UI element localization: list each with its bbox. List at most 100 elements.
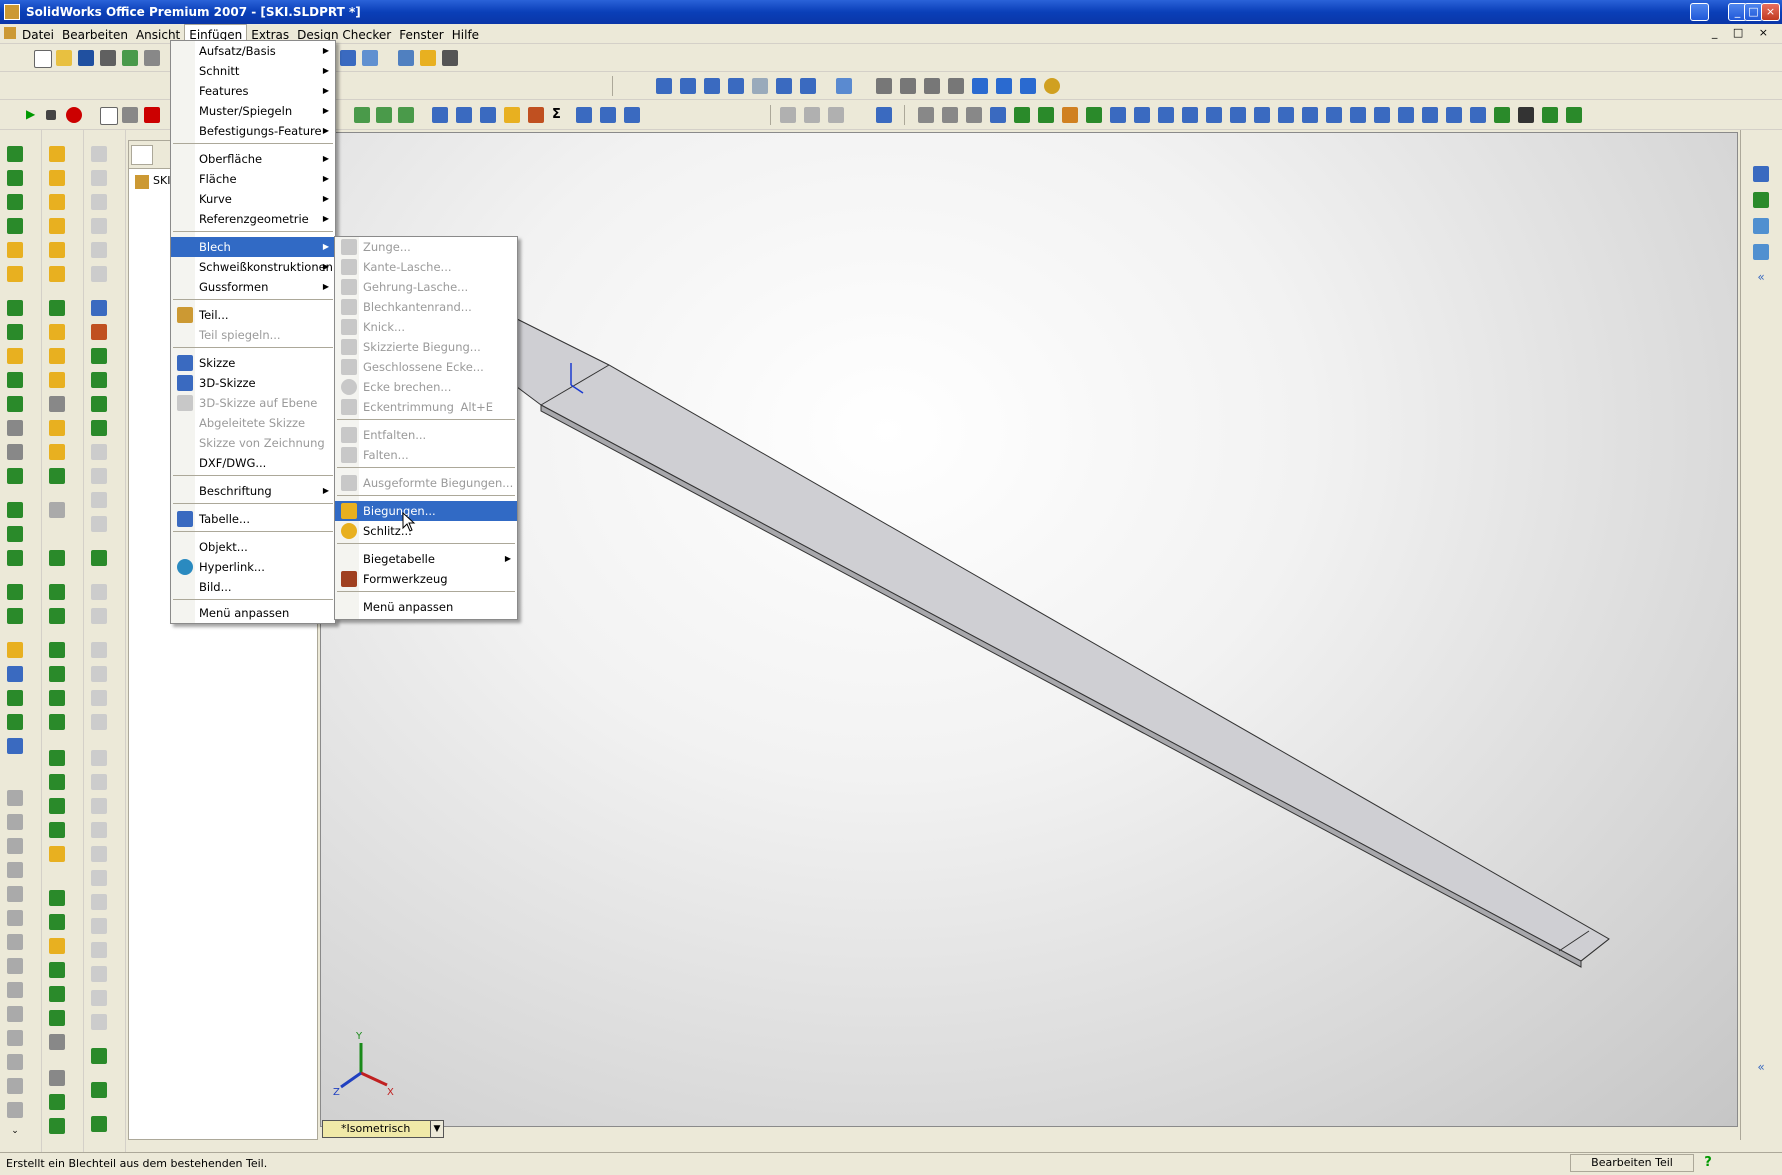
knit-surface-icon[interactable] (7, 982, 23, 998)
sm-fillet-icon[interactable] (49, 584, 65, 600)
ski-body-top[interactable] (516, 318, 1610, 962)
insert-teil[interactable]: Teil... (171, 305, 335, 325)
blech-blechkantenrand[interactable]: Blechkantenrand... (335, 297, 517, 317)
split-entities-icon[interactable] (91, 870, 107, 886)
doc-icon[interactable] (4, 27, 16, 39)
extend-surface-icon[interactable] (7, 934, 23, 950)
app-icon[interactable] (4, 4, 20, 20)
intersection-curve-icon[interactable] (91, 894, 107, 910)
filter-vertices-icon[interactable] (990, 107, 1006, 123)
hole-icon[interactable] (7, 420, 23, 436)
insert-schweisskonstruktionen[interactable]: Schweißkonstruktionen ▶ (171, 257, 335, 277)
filter-sketch-icon[interactable] (1014, 107, 1030, 123)
line-format-icon[interactable] (780, 107, 796, 123)
line-icon[interactable] (91, 146, 107, 162)
helix-icon[interactable] (7, 608, 23, 624)
chamfer-icon[interactable] (7, 266, 23, 282)
mass-properties-icon[interactable] (480, 107, 496, 123)
record-macro-icon[interactable] (66, 107, 82, 123)
swept-boss-icon[interactable] (7, 194, 23, 210)
jog-icon[interactable] (49, 242, 65, 258)
shaded-with-edges-icon[interactable] (948, 78, 964, 94)
insert-objekt[interactable]: Objekt... (171, 537, 335, 557)
print-icon[interactable] (100, 50, 116, 66)
home-icon[interactable] (1753, 166, 1769, 182)
filter-holes-icon[interactable] (1278, 107, 1294, 123)
surface-loft-icon[interactable] (7, 862, 23, 878)
menu-bearbeiten[interactable]: Bearbeiten (58, 25, 132, 45)
section-properties-icon[interactable] (528, 107, 544, 123)
circular-pattern-icon[interactable] (7, 526, 23, 542)
hem-icon[interactable] (49, 218, 65, 234)
blech-kante-lasche[interactable]: Kante-Lasche... (335, 257, 517, 277)
spline-on-surface-icon[interactable] (91, 1116, 107, 1132)
rotate-view-icon[interactable] (776, 78, 792, 94)
shell-icon[interactable] (7, 300, 23, 316)
mate-reference-icon[interactable] (7, 738, 23, 754)
surface-sweep-icon[interactable] (7, 838, 23, 854)
hidden-lines-visible-icon[interactable] (900, 78, 916, 94)
sm-bend-table-icon[interactable] (49, 1070, 65, 1086)
blech-knick[interactable]: Knick... (335, 317, 517, 337)
parabola-icon[interactable] (91, 714, 107, 730)
sketch-tool-icon[interactable] (354, 107, 370, 123)
sm-pattern-icon[interactable] (49, 642, 65, 658)
sm-convert-icon[interactable] (49, 774, 65, 790)
zoom-in-out-icon[interactable] (704, 78, 720, 94)
split-line-icon[interactable] (7, 584, 23, 600)
filter-balloons-icon[interactable] (1158, 107, 1174, 123)
blech-formwerkzeug[interactable]: Formwerkzeug (335, 569, 517, 589)
dimension-icon[interactable] (91, 300, 107, 316)
wrap-icon[interactable] (7, 396, 23, 412)
sketch-pattern-icon[interactable] (91, 468, 107, 484)
filter-axes-icon[interactable] (1086, 107, 1102, 123)
blech-gehrung-lasche[interactable]: Gehrung-Lasche... (335, 277, 517, 297)
stretch-icon[interactable] (91, 846, 107, 862)
document-window-controls[interactable]: _ □ × (1712, 26, 1774, 39)
graphics-area[interactable]: Y X Z (320, 132, 1738, 1127)
block-icon[interactable] (91, 1048, 107, 1064)
circle-icon[interactable] (91, 194, 107, 210)
tab-feature-tree[interactable] (131, 145, 153, 165)
unfold-icon[interactable] (49, 348, 65, 364)
sketch-slot-icon[interactable] (91, 1082, 107, 1098)
smart-dimension-icon[interactable] (376, 107, 392, 123)
filter-faces-icon[interactable] (966, 107, 982, 123)
window-tile-icon[interactable] (362, 50, 378, 66)
filter-curves-icon[interactable] (1350, 107, 1366, 123)
scale-entities-icon[interactable] (91, 798, 107, 814)
insert-teil-spiegeln[interactable]: Teil spiegeln... (171, 325, 335, 345)
filter-axis-icon[interactable] (1566, 107, 1582, 123)
run-macro-icon[interactable]: ▶ (26, 107, 42, 123)
palette-expand-icon[interactable]: ⌄ (7, 1126, 23, 1142)
insert-3d-skizze[interactable]: 3D-Skizze (171, 373, 335, 393)
miter-flange-icon[interactable] (49, 194, 65, 210)
sketch-mirror-icon[interactable] (91, 444, 107, 460)
centerline-icon[interactable] (91, 608, 107, 624)
filter-toggle-icon[interactable] (1494, 107, 1510, 123)
surface-extrude-icon[interactable] (7, 790, 23, 806)
insert-flaeche[interactable]: Fläche ▶ (171, 169, 335, 189)
copy-entities-icon[interactable] (91, 822, 107, 838)
zoom-fit-icon[interactable] (656, 78, 672, 94)
dome-icon[interactable] (7, 372, 23, 388)
sm-slot-icon[interactable] (49, 914, 65, 930)
spline-icon[interactable] (91, 242, 107, 258)
insert-menue-anpassen[interactable]: Menü anpassen (171, 603, 335, 623)
new-macro-icon[interactable] (100, 107, 118, 125)
collapse-icon[interactable]: « (1753, 270, 1769, 286)
move-entities-icon[interactable] (91, 750, 107, 766)
coordinate-system-icon[interactable] (7, 690, 23, 706)
save-icon[interactable] (78, 50, 94, 66)
closed-corner-icon[interactable] (49, 300, 65, 316)
sm-edge-icon[interactable] (49, 1010, 65, 1026)
filter-cosmetic-icon[interactable] (1302, 107, 1318, 123)
filter-edges-icon[interactable] (942, 107, 958, 123)
insert-muster-spiegeln[interactable]: Muster/Spiegeln ▶ (171, 101, 335, 121)
filter-planes-icon[interactable] (1062, 107, 1078, 123)
point-icon[interactable] (7, 714, 23, 730)
sm-lofted-bend-icon[interactable] (49, 798, 65, 814)
spell-check-icon[interactable] (432, 107, 448, 123)
offset-icon[interactable] (91, 396, 107, 412)
rotate-entities-icon[interactable] (91, 774, 107, 790)
